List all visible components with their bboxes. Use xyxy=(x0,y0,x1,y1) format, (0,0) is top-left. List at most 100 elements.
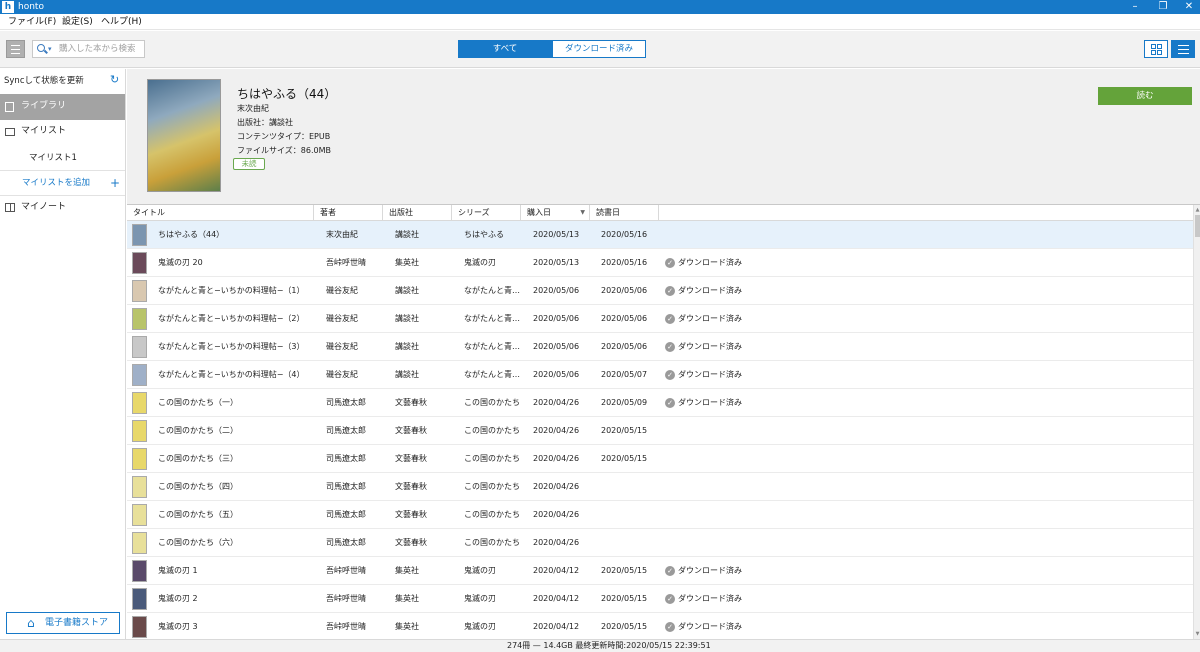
scroll-down-icon[interactable]: ▼ xyxy=(1194,631,1200,637)
table-row[interactable]: この国のかたち（五） 司馬遼太郎 文藝春秋 この国のかたち 2020/04/26 xyxy=(127,501,1193,529)
table-row[interactable]: 鬼滅の刃 1 吾峠呼世晴 集英社 鬼滅の刃 2020/04/12 2020/05/15 ✓ ダ… xyxy=(127,557,1193,585)
scroll-up-icon[interactable]: ▲ xyxy=(1194,207,1200,213)
table-row[interactable]: この国のかたち（六） 司馬遼太郎 文藝春秋 この国のかたち 2020/04/26 xyxy=(127,529,1193,557)
table-row[interactable]: 鬼滅の刃 20 吾峠呼世晴 集英社 鬼滅の刃 2020/05/13 2020/05/16 ✓… xyxy=(127,249,1193,277)
minimize-icon[interactable]: – xyxy=(1122,0,1148,14)
cell-series: 鬼滅の刃 xyxy=(464,566,496,575)
table-row[interactable]: 鬼滅の刃 2 吾峠呼世晴 集英社 鬼滅の刃 2020/04/12 2020/05/15 ✓ ダ… xyxy=(127,585,1193,613)
cell-title: この国のかたち（四） xyxy=(158,482,238,491)
search-input[interactable]: 購入した本から検索 xyxy=(59,44,136,55)
book-thumbnail xyxy=(132,392,147,414)
table-row[interactable]: この国のかたち（四） 司馬遼太郎 文藝春秋 この国のかたち 2020/04/26 xyxy=(127,473,1193,501)
book-detail-panel: ちはやふる（44） 末次由紀 出版社：講談社 コンテンツタイプ：EPUB ファイ… xyxy=(127,69,1200,205)
refresh-icon[interactable]: ↻ xyxy=(110,74,119,86)
cell-purchase-date: 2020/05/06 xyxy=(533,314,580,323)
cell-publisher: 講談社 xyxy=(395,370,419,379)
cell-series: この国のかたち xyxy=(464,510,520,519)
list-line-icon xyxy=(1178,53,1189,54)
cell-publisher: 集英社 xyxy=(395,258,419,267)
column-header-purchase-date[interactable]: 購入日 ▼ xyxy=(521,205,590,221)
list-view-button[interactable] xyxy=(1171,40,1195,58)
table-row[interactable]: この国のかたち（二） 司馬遼太郎 文藝春秋 この国のかたち 2020/04/26 2020… xyxy=(127,417,1193,445)
sidebar-item-mynote[interactable]: マイノート xyxy=(0,195,125,221)
cell-publisher: 文藝春秋 xyxy=(395,398,427,407)
plus-icon[interactable]: + xyxy=(110,177,120,189)
filter-downloaded-tab[interactable]: ダウンロード済み xyxy=(552,40,646,58)
cell-purchase-date: 2020/04/12 xyxy=(533,622,580,631)
close-icon[interactable]: ✕ xyxy=(1176,0,1200,14)
sidebar-toggle-button[interactable] xyxy=(6,40,25,58)
book-cover-image[interactable] xyxy=(147,79,221,192)
book-thumbnail xyxy=(132,336,147,358)
vertical-scrollbar[interactable]: ▲ ▼ xyxy=(1193,205,1200,639)
book-publisher: 出版社：講談社 xyxy=(237,118,293,127)
unread-badge: 未読 xyxy=(233,158,265,170)
menu-bar: ファイル(F) 設定(S) ヘルプ(H) xyxy=(0,14,1200,30)
cell-read-date: 2020/05/16 xyxy=(601,258,648,267)
add-mylist-link[interactable]: マイリストを追加 xyxy=(22,177,90,189)
filter-all-tab[interactable]: すべて xyxy=(458,40,552,58)
table-row[interactable]: ながたんと青と−いちかの料理帖−（2） 磯谷友紀 講談社 ながたんと青… 2020/05… xyxy=(127,305,1193,333)
read-button[interactable]: 読む xyxy=(1098,87,1192,105)
cell-series: 鬼滅の刃 xyxy=(464,622,496,631)
open-book-icon xyxy=(5,203,15,212)
table-row[interactable]: ながたんと青と−いちかの料理帖−（4） 磯谷友紀 講談社 ながたんと青… 2020/05… xyxy=(127,361,1193,389)
download-status: ダウンロード済み xyxy=(678,398,742,407)
cell-title: この国のかたち（三） xyxy=(158,454,238,463)
cell-read-date: 2020/05/15 xyxy=(601,594,648,603)
sidebar-item-library[interactable]: ライブラリ xyxy=(0,94,125,120)
menu-help[interactable]: ヘルプ(H) xyxy=(101,16,142,28)
cell-read-date: 2020/05/09 xyxy=(601,398,648,407)
table-row[interactable]: この国のかたち（三） 司馬遼太郎 文藝春秋 この国のかたち 2020/04/26 2020… xyxy=(127,445,1193,473)
cell-author: 司馬遼太郎 xyxy=(326,482,366,491)
restore-icon[interactable]: ❐ xyxy=(1150,0,1176,14)
toolbar: ▾ 購入した本から検索 すべて ダウンロード済み xyxy=(0,31,1200,68)
search-box[interactable]: ▾ 購入した本から検索 xyxy=(32,40,145,58)
sidebar-item-label: マイノート xyxy=(21,202,67,212)
book-thumbnail xyxy=(132,364,147,386)
cell-read-date: 2020/05/15 xyxy=(601,454,648,463)
menu-file[interactable]: ファイル(F) xyxy=(8,16,56,28)
table-row[interactable]: 鬼滅の刃 3 吾峠呼世晴 集英社 鬼滅の刃 2020/04/12 2020/05/15 ✓ ダ… xyxy=(127,613,1193,639)
cell-purchase-date: 2020/04/26 xyxy=(533,482,580,491)
column-header-title[interactable]: タイトル xyxy=(127,205,314,221)
cell-author: 司馬遼太郎 xyxy=(326,538,366,547)
book-table-body: ちはやふる（44） 末次由紀 講談社 ちはやふる 2020/05/13 2020/05/1… xyxy=(127,221,1193,639)
menu-line-icon xyxy=(11,49,20,50)
table-row[interactable]: ながたんと青と−いちかの料理帖−（3） 磯谷友紀 講談社 ながたんと青… 2020/05… xyxy=(127,333,1193,361)
chevron-down-icon[interactable]: ▾ xyxy=(48,43,52,55)
cell-read-date: 2020/05/15 xyxy=(601,566,648,575)
book-content-type: コンテンツタイプ：EPUB xyxy=(237,132,331,141)
cell-publisher: 文藝春秋 xyxy=(395,482,427,491)
grid-view-button[interactable] xyxy=(1144,40,1168,58)
download-status: ダウンロード済み xyxy=(678,594,742,603)
download-status: ダウンロード済み xyxy=(678,286,742,295)
cell-author: 磯谷友紀 xyxy=(326,286,358,295)
download-status: ダウンロード済み xyxy=(678,342,742,351)
cell-purchase-date: 2020/04/26 xyxy=(533,426,580,435)
cell-title: この国のかたち（五） xyxy=(158,510,238,519)
column-header-publisher[interactable]: 出版社 xyxy=(383,205,452,221)
column-header-author[interactable]: 著者 xyxy=(314,205,383,221)
sidebar-item-mylist[interactable]: マイリスト xyxy=(0,119,125,145)
menu-settings[interactable]: 設定(S) xyxy=(62,16,93,28)
scrollbar-thumb[interactable] xyxy=(1195,215,1200,237)
cell-purchase-date: 2020/04/12 xyxy=(533,566,580,575)
sync-label[interactable]: Syncして状態を更新 xyxy=(4,75,84,87)
cell-series: ながたんと青… xyxy=(464,286,520,295)
cell-author: 磯谷友紀 xyxy=(326,314,358,323)
table-row[interactable]: ちはやふる（44） 末次由紀 講談社 ちはやふる 2020/05/13 2020/05/1… xyxy=(127,221,1193,249)
table-row[interactable]: ながたんと青と−いちかの料理帖−（1） 磯谷友紀 講談社 ながたんと青… 2020/05… xyxy=(127,277,1193,305)
sidebar-item-mylist1[interactable]: マイリスト1 xyxy=(29,152,77,164)
column-header-read-date[interactable]: 読書日 xyxy=(590,205,659,221)
table-row[interactable]: この国のかたち（一） 司馬遼太郎 文藝春秋 この国のかたち 2020/04/26 2020… xyxy=(127,389,1193,417)
title-bar: h honto – ❐ ✕ xyxy=(0,0,1200,14)
cell-purchase-date: 2020/04/26 xyxy=(533,538,580,547)
sort-down-icon: ▼ xyxy=(580,209,585,216)
cell-publisher: 講談社 xyxy=(395,286,419,295)
ebook-store-button[interactable]: ⌂ 電子書籍ストア xyxy=(6,612,120,634)
column-header-series[interactable]: シリーズ xyxy=(452,205,521,221)
column-header-label: 購入日 xyxy=(527,208,551,217)
cell-author: 司馬遼太郎 xyxy=(326,398,366,407)
cell-purchase-date: 2020/05/06 xyxy=(533,342,580,351)
